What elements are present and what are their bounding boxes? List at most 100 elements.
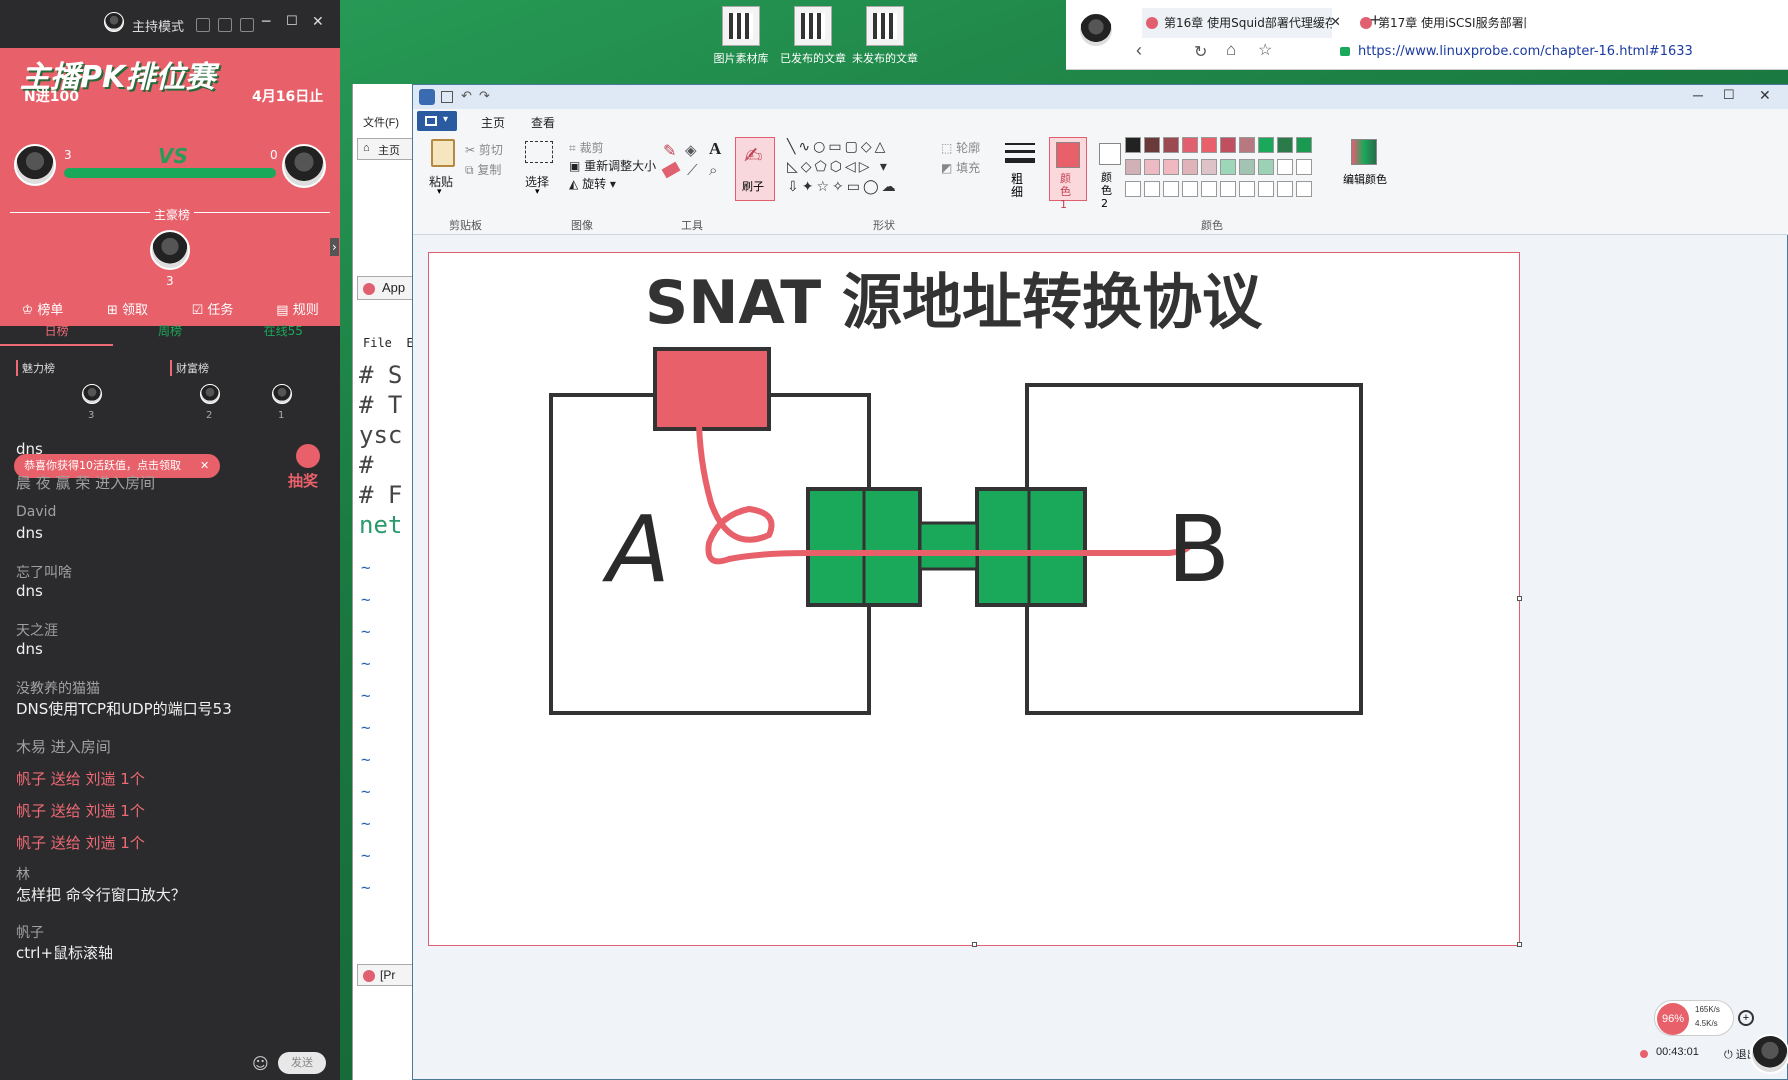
send-button[interactable]: 发送 <box>278 1052 326 1074</box>
fill-bucket-icon[interactable]: ◈ <box>685 141 697 159</box>
rank-avatar[interactable] <box>272 384 292 404</box>
browser-tab-chapter17[interactable]: 第17章 使用iSCSI服务部署网络 <box>1356 8 1526 38</box>
size-button[interactable]: 粗细 <box>1003 137 1043 201</box>
color-swatch[interactable] <box>1182 181 1198 197</box>
chat-username[interactable]: 林 <box>16 864 30 884</box>
menu-file[interactable]: 文件(F) <box>353 110 413 134</box>
crop-button[interactable]: ⌗ 裁剪 <box>569 139 604 156</box>
color-swatch[interactable] <box>1182 159 1198 175</box>
maximize-icon[interactable]: ☐ <box>1723 87 1735 103</box>
color-swatch[interactable] <box>1258 137 1274 153</box>
color-swatch[interactable] <box>1125 137 1141 153</box>
color-swatch[interactable] <box>1144 137 1160 153</box>
tab-bottom[interactable]: [Pr <box>357 964 413 986</box>
ribbon-tab-home[interactable]: 主页 <box>481 114 505 131</box>
browser-profile-avatar[interactable] <box>1078 12 1114 48</box>
color-swatch[interactable] <box>1182 137 1198 153</box>
minimize-icon[interactable]: ─ <box>1693 87 1703 103</box>
back-icon[interactable]: ‹ <box>1136 40 1142 61</box>
color1-button[interactable]: 颜色 1 <box>1049 137 1087 211</box>
color-swatch[interactable] <box>1144 181 1160 197</box>
rotate-button[interactable]: ◭ 旋转 ▾ <box>569 175 616 192</box>
color-swatch[interactable] <box>1277 181 1293 197</box>
bookmark-star-icon[interactable]: ☆ <box>1258 40 1272 60</box>
close-icon[interactable]: ✕ <box>1759 87 1771 104</box>
color2-button[interactable]: 颜色 2 <box>1093 137 1129 210</box>
chat-username[interactable]: 忘了叫啥 <box>16 562 72 582</box>
drawing-canvas[interactable]: SNAT 源地址转换协议 A B <box>429 253 1522 947</box>
editor-text[interactable]: # S # T ysc # # F net <box>359 360 402 540</box>
chevron-right-icon[interactable]: › <box>330 238 339 256</box>
color-swatch[interactable] <box>1201 159 1217 175</box>
color-swatch[interactable] <box>1163 159 1179 175</box>
eraser-icon[interactable] <box>661 161 681 179</box>
copy-button[interactable]: ⧉ 复制 <box>465 161 501 178</box>
color-swatch[interactable] <box>1258 159 1274 175</box>
color-swatch[interactable] <box>1201 137 1217 153</box>
redo-icon[interactable]: ↷ <box>479 88 490 104</box>
paste-button[interactable]: 粘贴 ▾ <box>425 139 469 201</box>
color-swatch[interactable] <box>1220 137 1236 153</box>
magnifier-icon[interactable]: ⌕ <box>709 161 717 179</box>
pencil-icon[interactable]: ✎ <box>663 141 676 160</box>
edit-colors-button[interactable]: 编辑颜色 <box>1343 137 1389 201</box>
fill-button[interactable]: ◩ 填充 <box>941 159 980 176</box>
add-icon[interactable]: + <box>1738 1010 1754 1026</box>
left-host-avatar[interactable] <box>14 144 56 186</box>
canvas-resize-handle[interactable] <box>972 942 977 947</box>
color-swatch[interactable] <box>1277 159 1293 175</box>
settings-icon[interactable] <box>196 18 210 32</box>
chat-username[interactable]: David <box>16 504 56 520</box>
cut-button[interactable]: ✂ 剪切 <box>465 141 503 158</box>
chat-username[interactable]: 没教养的猫猫 <box>16 678 100 698</box>
top-fan-avatar[interactable] <box>150 230 190 270</box>
tab-online[interactable]: 在线55 <box>227 316 340 346</box>
color-swatch[interactable] <box>1239 181 1255 197</box>
close-tab-icon[interactable]: ✕ <box>1330 14 1341 30</box>
color-swatch[interactable] <box>1125 181 1141 197</box>
rank-avatar[interactable] <box>82 384 102 404</box>
color-swatch[interactable] <box>1296 159 1312 175</box>
outline-button[interactable]: ⬚ 轮廓 <box>941 139 980 156</box>
color-palette[interactable] <box>1125 137 1312 201</box>
undo-icon[interactable]: ↶ <box>461 88 472 104</box>
color-swatch[interactable] <box>1258 181 1274 197</box>
browser-tab-chapter16[interactable]: 第16章 使用Squid部署代理缓存 <box>1142 8 1332 38</box>
chat-username[interactable]: 帆子 <box>16 922 44 942</box>
brush-button[interactable]: ✍ 刷子 <box>735 137 775 201</box>
maximize-icon[interactable]: ☐ <box>286 14 298 29</box>
share-icon[interactable] <box>240 18 254 32</box>
ribbon-tab-view[interactable]: 查看 <box>531 114 555 131</box>
address-bar[interactable]: https://www.linuxprobe.com/chapter-16.ht… <box>1358 44 1693 59</box>
shapes-gallery[interactable]: ╲∿○▭▢◇△ ◺◇⬠⬡◁▷ ▾ ⇩✦☆✧▭◯☁ <box>787 137 937 197</box>
emoji-icon[interactable]: ☺ <box>252 1054 269 1073</box>
reload-icon[interactable]: ↻ <box>1194 42 1207 62</box>
tab-weekly[interactable]: 周榜 <box>113 316 226 346</box>
color-swatch[interactable] <box>1163 137 1179 153</box>
home-icon[interactable]: ⌂ <box>1226 40 1236 60</box>
select-button[interactable]: 选择 ▾ <box>523 139 563 201</box>
tab-home[interactable]: ⌂ 主页 <box>357 138 413 160</box>
color-swatch[interactable] <box>1239 159 1255 175</box>
color-swatch[interactable] <box>1239 137 1255 153</box>
minimize-icon[interactable]: ─ <box>262 14 270 30</box>
tab-app[interactable]: App <box>357 276 413 300</box>
color-swatch[interactable] <box>1220 181 1236 197</box>
editor-menu[interactable]: File E <box>363 336 414 350</box>
color-swatch[interactable] <box>1220 159 1236 175</box>
edit-icon[interactable] <box>218 18 232 32</box>
color-swatch[interactable] <box>1144 159 1160 175</box>
close-icon[interactable]: ✕ <box>312 14 324 30</box>
text-tool-icon[interactable]: A <box>709 139 721 159</box>
new-tab-button[interactable]: + <box>1370 10 1381 31</box>
right-host-avatar[interactable] <box>282 144 326 188</box>
rank-avatar[interactable] <box>200 384 220 404</box>
canvas-resize-handle[interactable] <box>1517 942 1522 947</box>
chat-username[interactable]: 天之涯 <box>16 620 58 640</box>
editor-menu-file[interactable]: File <box>363 336 392 350</box>
color-swatch[interactable] <box>1296 181 1312 197</box>
tab-daily[interactable]: 日榜 <box>0 316 114 346</box>
color-picker-icon[interactable]: ⟋ <box>687 161 698 179</box>
canvas-resize-handle[interactable] <box>1517 596 1522 601</box>
desktop-icon-unpublished[interactable]: 未发布的文章 <box>840 6 930 66</box>
